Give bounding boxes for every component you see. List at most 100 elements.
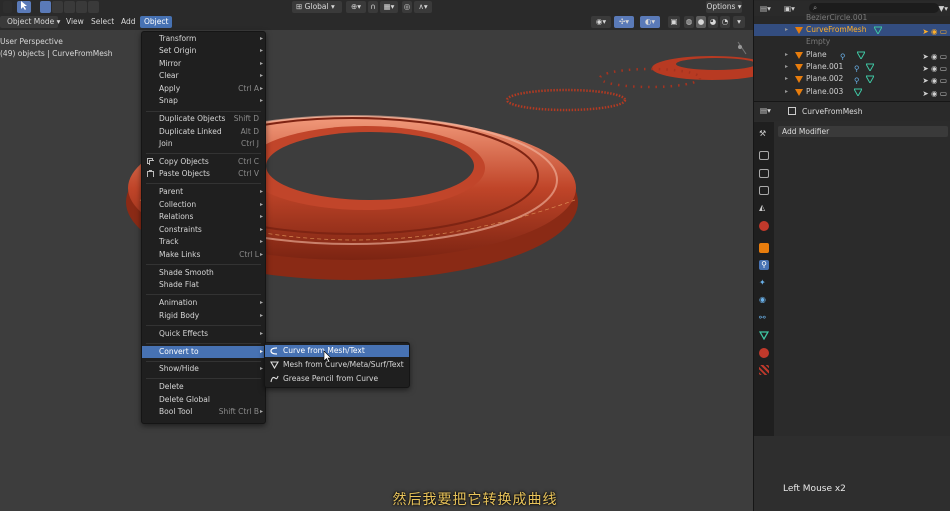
select-mode-extend-button[interactable]: [52, 1, 63, 13]
menu-item-label: Duplicate Linked: [159, 127, 222, 136]
outliner-row-bezier-circle[interactable]: BezierCircle.001: [754, 12, 950, 24]
shading-wireframe-button[interactable]: ◍: [684, 16, 694, 28]
select-mode-new-button[interactable]: [40, 1, 51, 13]
add-modifier-dropdown[interactable]: Add Modifier: [778, 126, 948, 137]
header-menu-row: Object Mode ▾ View Select Add Object ◉▾ …: [0, 16, 753, 29]
menu-add[interactable]: Add: [117, 16, 140, 28]
submenu-item-mesh-from-curve[interactable]: Mesh from Curve/Meta/Surf/Text: [265, 359, 409, 371]
menu-item-paste-objects[interactable]: Paste Objects Ctrl V: [142, 168, 265, 180]
xray-toggle[interactable]: ▣: [668, 16, 680, 28]
menu-item-snap[interactable]: Snap ▸: [142, 95, 265, 107]
menu-item-mirror[interactable]: Mirror ▸: [142, 58, 265, 70]
menu-item-shade-flat[interactable]: Shade Flat: [142, 279, 265, 291]
menu-item-clear[interactable]: Clear ▸: [142, 70, 265, 82]
outliner-row-empty[interactable]: Empty: [754, 36, 950, 48]
outliner-row-plane-001[interactable]: ▸ Plane.001 ⚲ ➤ ◉ ▭: [754, 61, 950, 73]
gizmo-toggle[interactable]: ✣▾: [614, 16, 634, 28]
expand-arrow-icon[interactable]: ▸: [785, 86, 788, 98]
shading-rendered-button[interactable]: ◔: [720, 16, 730, 28]
physics-tab-icon[interactable]: ◉: [759, 295, 769, 305]
submenu-item-grease-pencil[interactable]: Grease Pencil from Curve: [265, 373, 409, 385]
outliner-row-plane-002[interactable]: ▸ Plane.002 ⚲ ➤ ◉ ▭: [754, 73, 950, 85]
menu-item-apply[interactable]: Apply Ctrl A ▸: [142, 83, 265, 95]
gizmo-axis-dot: [738, 45, 742, 49]
mesh-object-icon: [795, 64, 803, 71]
outliner-row-curvefrommesh[interactable]: ▸ CurveFromMesh ➤ ◉ ▭: [754, 24, 950, 36]
chevron-down-icon: ▾: [737, 17, 741, 26]
outliner-row-plane-003[interactable]: ▸ Plane.003 ➤ ◉ ▭: [754, 86, 950, 98]
shading-material-button[interactable]: ◕: [708, 16, 718, 28]
menu-item-join[interactable]: Join Ctrl J: [142, 138, 265, 150]
tool-tab-icon[interactable]: ⚒: [759, 129, 769, 139]
menu-item-transform[interactable]: Transform ▸: [142, 33, 265, 45]
outliner-panel: ▤▾ ▣▾ ⌕ ▼▾ BezierCircle.001 ▸ CurveFromM…: [753, 0, 950, 101]
snap-toggle[interactable]: ∩: [368, 1, 378, 13]
menu-item-quick-effects[interactable]: Quick Effects ▸: [142, 328, 265, 340]
render-tab-icon[interactable]: [759, 151, 769, 160]
output-tab-icon[interactable]: [759, 169, 769, 178]
menu-item-set-origin[interactable]: Set Origin ▸: [142, 45, 265, 57]
mode-dropdown[interactable]: Object Mode ▾: [0, 16, 61, 28]
modifier-tab-wrench-icon[interactable]: ⚲: [759, 260, 769, 270]
expand-arrow-icon[interactable]: ▸: [785, 73, 788, 85]
select-mode-subtract-button[interactable]: [64, 1, 75, 13]
orientation-icon: ⊞: [296, 2, 305, 11]
falloff-dropdown[interactable]: ∧▾: [414, 1, 432, 13]
menu-item-parent[interactable]: Parent ▸: [142, 186, 265, 198]
shading-solid-button[interactable]: ●: [696, 16, 706, 28]
editor-type-button[interactable]: [3, 1, 12, 13]
texture-tab-icon[interactable]: [759, 365, 769, 375]
outliner-row-plane[interactable]: ▸ Plane ⚲ ➤ ◉ ▭: [754, 49, 950, 61]
properties-editor-icon[interactable]: ▤▾: [760, 106, 771, 115]
menu-item-bool-tool[interactable]: Bool Tool Shift Ctrl B ▸: [142, 406, 265, 418]
menu-item-convert-to[interactable]: Convert to ▸: [142, 346, 265, 358]
menu-item-duplicate-objects[interactable]: Duplicate Objects Shift D: [142, 113, 265, 125]
menu-item-constraints[interactable]: Constraints ▸: [142, 224, 265, 236]
object-tab-icon[interactable]: [759, 243, 769, 253]
expand-arrow-icon[interactable]: ▸: [785, 24, 788, 36]
visibility-dropdown[interactable]: ◉▾: [591, 16, 611, 28]
menu-item-duplicate-linked[interactable]: Duplicate Linked Alt D: [142, 126, 265, 138]
overlay-toggle[interactable]: ◐▾: [640, 16, 660, 28]
menu-separator: [146, 361, 261, 362]
menu-item-delete-global[interactable]: Delete Global: [142, 394, 265, 406]
constraints-tab-icon[interactable]: ⚯: [759, 313, 769, 323]
menu-item-rigid-body[interactable]: Rigid Body ▸: [142, 310, 265, 322]
menu-item-shade-smooth[interactable]: Shade Smooth: [142, 267, 265, 279]
menu-select[interactable]: Select: [87, 16, 118, 28]
menu-item-show-hide[interactable]: Show/Hide ▸: [142, 363, 265, 375]
expand-arrow-icon[interactable]: ▸: [785, 61, 788, 73]
proportional-edit-toggle[interactable]: ◎: [402, 1, 412, 13]
mesh-data-tab-icon[interactable]: [759, 330, 769, 340]
chevron-down-icon: ▾: [56, 17, 61, 26]
menu-item-delete[interactable]: Delete: [142, 381, 265, 393]
3d-viewport[interactable]: User Perspective (49) objects | CurveFro…: [0, 30, 753, 510]
menu-item-relations[interactable]: Relations ▸: [142, 211, 265, 223]
menu-object[interactable]: Object: [140, 16, 173, 28]
menu-item-copy-objects[interactable]: Copy Objects Ctrl C: [142, 156, 265, 168]
copy-icon: [147, 158, 154, 165]
shading-options-dropdown[interactable]: ▾: [733, 16, 745, 28]
select-tool-button[interactable]: [17, 1, 31, 13]
menu-view[interactable]: View: [62, 16, 88, 28]
view-layer-tab-icon[interactable]: [759, 186, 769, 195]
snap-target-dropdown[interactable]: ▦▾: [380, 1, 398, 13]
select-visibility-icons[interactable]: ➤ ◉ ▭: [922, 88, 947, 100]
menu-item-label: Copy Objects: [159, 157, 209, 166]
orientation-dropdown[interactable]: ⊞ Global ▾: [292, 1, 342, 13]
expand-arrow-icon[interactable]: ▸: [785, 49, 788, 61]
select-mode-intersect-button[interactable]: [88, 1, 99, 13]
menu-item-make-links[interactable]: Make Links Ctrl L ▸: [142, 249, 265, 261]
world-tab-icon[interactable]: [759, 221, 769, 231]
submenu-item-curve-from-mesh[interactable]: Curve from Mesh/Text: [265, 345, 409, 357]
options-dropdown[interactable]: Options ▾: [706, 1, 742, 13]
material-tab-icon[interactable]: [759, 348, 769, 358]
solid-sphere-icon: ●: [697, 17, 705, 26]
select-mode-invert-button[interactable]: [76, 1, 87, 13]
scene-tab-icon[interactable]: ◭: [759, 203, 769, 213]
menu-item-track[interactable]: Track ▸: [142, 236, 265, 248]
particles-tab-icon[interactable]: ✦: [759, 278, 769, 288]
pivot-point-dropdown[interactable]: ⊕▾: [346, 1, 366, 13]
menu-item-collection[interactable]: Collection ▸: [142, 199, 265, 211]
menu-item-animation[interactable]: Animation ▸: [142, 297, 265, 309]
